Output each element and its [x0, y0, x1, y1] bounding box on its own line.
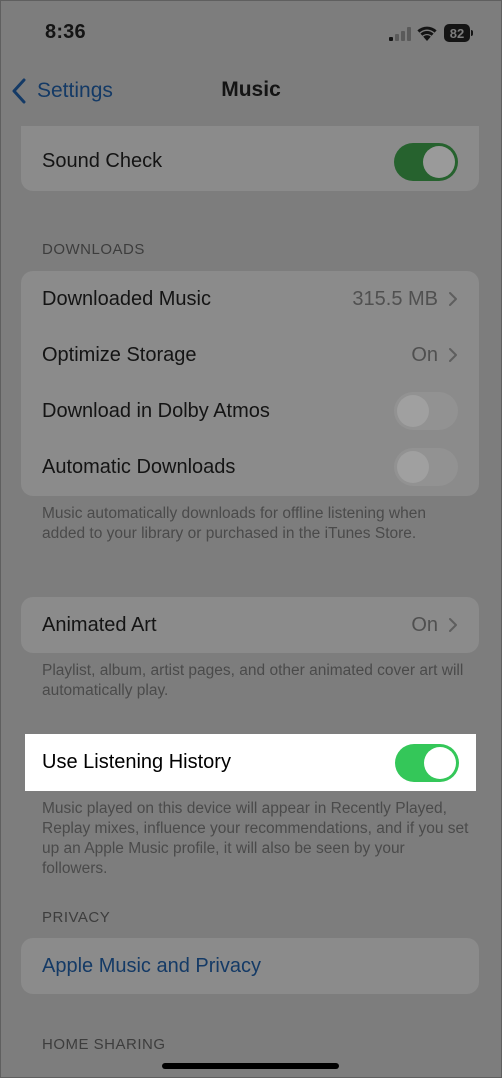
toggle-knob: [424, 746, 456, 779]
downloads-header: DOWNLOADS: [42, 241, 145, 258]
navigation-bar: Music Settings: [1, 61, 501, 121]
optimize-storage-value: On: [411, 343, 438, 366]
apple-music-privacy-link[interactable]: Apple Music and Privacy: [42, 955, 261, 978]
animated-art-group: Animated Art On: [21, 597, 479, 653]
animated-art-value: On: [411, 613, 438, 636]
privacy-header: PRIVACY: [42, 909, 111, 926]
status-time: 8:36: [45, 21, 86, 43]
apple-music-privacy-row[interactable]: Apple Music and Privacy: [21, 938, 479, 994]
chevron-right-icon: [449, 618, 457, 632]
listening-history-label: Use Listening History: [42, 751, 231, 773]
back-button[interactable]: Settings: [11, 75, 113, 107]
wifi-icon: [417, 26, 437, 41]
toggle-knob: [397, 451, 429, 483]
animated-art-footer: Playlist, album, artist pages, and other…: [42, 662, 464, 699]
privacy-group: Apple Music and Privacy: [21, 938, 479, 994]
dolby-atmos-label: Download in Dolby Atmos: [42, 399, 270, 422]
downloaded-music-row[interactable]: Downloaded Music 315.5 MB: [21, 271, 479, 327]
sound-check-toggle[interactable]: [394, 142, 458, 181]
automatic-downloads-row: Automatic Downloads: [21, 439, 479, 495]
downloaded-music-label: Downloaded Music: [42, 287, 211, 310]
sound-check-label: Sound Check: [42, 150, 163, 172]
sound-check-row[interactable]: Sound Check: [21, 126, 479, 191]
cellular-signal-icon: [389, 27, 411, 41]
optimize-storage-label: Optimize Storage: [42, 343, 197, 366]
chevron-right-icon: [449, 348, 457, 362]
animated-art-label: Animated Art: [42, 613, 157, 636]
automatic-downloads-label: Automatic Downloads: [42, 455, 236, 478]
music-settings-screen: 8:36 82 Music Settings Sound Check DOWNL…: [0, 0, 502, 1078]
listening-history-toggle[interactable]: [395, 743, 459, 782]
downloaded-music-size: 315.5 MB: [352, 287, 438, 310]
dolby-atmos-row: Download in Dolby Atmos: [21, 383, 479, 439]
sound-check-group: Sound Check: [21, 126, 479, 191]
downloads-footer: Music automatically downloads for offlin…: [42, 505, 426, 542]
home-sharing-header: HOME SHARING: [42, 1036, 166, 1053]
listening-history-row: Use Listening History: [25, 734, 476, 791]
chevron-left-icon: [12, 78, 26, 104]
toggle-knob: [397, 395, 429, 427]
battery-level: 82: [449, 25, 465, 41]
automatic-downloads-toggle[interactable]: [394, 448, 458, 486]
downloads-group: Downloaded Music 315.5 MB Optimize Stora…: [21, 271, 479, 496]
battery-icon: 82: [444, 24, 470, 42]
chevron-right-icon: [449, 292, 457, 306]
battery-nub: [471, 30, 473, 36]
status-bar: 8:36 82: [1, 1, 501, 61]
listening-history-footer: Music played on this device will appear …: [42, 800, 469, 877]
dolby-atmos-toggle[interactable]: [394, 392, 458, 430]
home-indicator[interactable]: [162, 1063, 339, 1069]
optimize-storage-row[interactable]: Optimize Storage On: [21, 327, 479, 383]
back-label: Settings: [37, 79, 113, 102]
toggle-knob: [423, 145, 455, 178]
animated-art-row[interactable]: Animated Art On: [21, 597, 479, 653]
